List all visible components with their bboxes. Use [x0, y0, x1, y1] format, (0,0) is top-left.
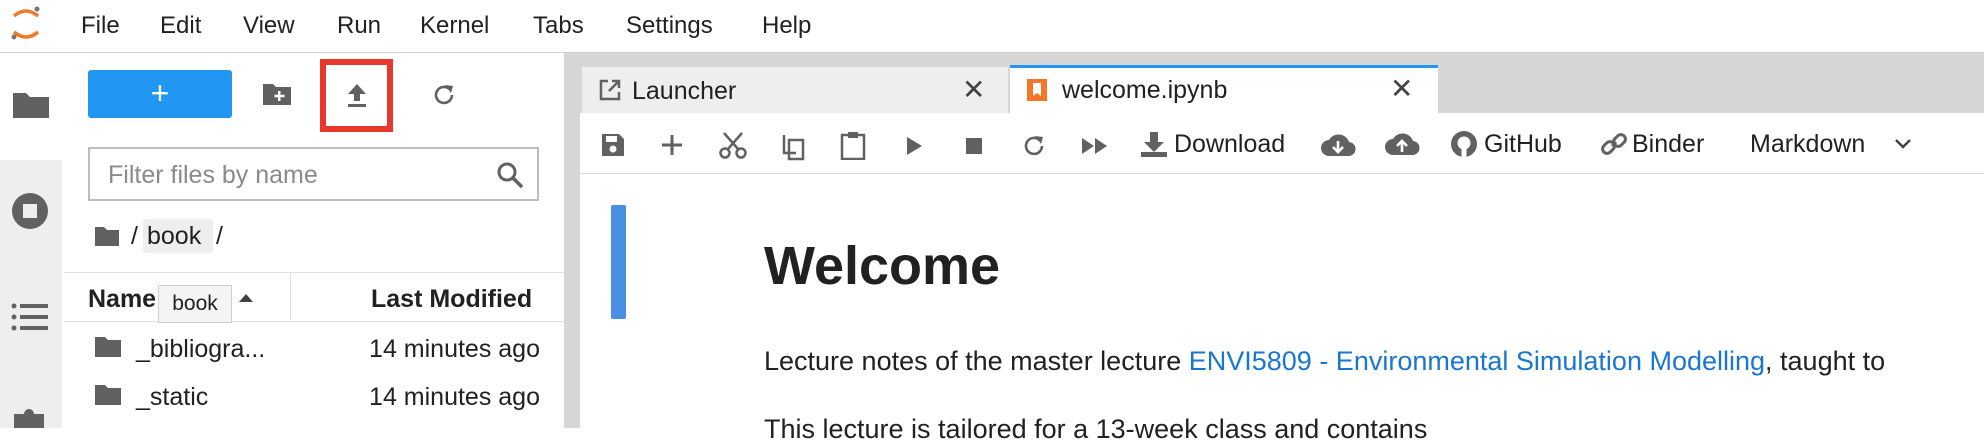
tab-launcher-label: Launcher [632, 77, 737, 105]
insert-cell-icon[interactable] [660, 133, 684, 157]
menu-run[interactable]: Run [337, 12, 381, 40]
link-icon [1601, 133, 1627, 155]
upload-icon[interactable] [345, 82, 369, 108]
file-modified: 14 minutes ago [369, 383, 540, 411]
panel-splitter[interactable] [564, 53, 580, 428]
github-label: GitHub [1484, 130, 1562, 158]
table-of-contents-icon[interactable] [11, 302, 49, 332]
breadcrumb-tooltip: book [158, 285, 232, 323]
menu-view[interactable]: View [243, 12, 295, 40]
breadcrumb-separator: / [216, 222, 223, 250]
cut-icon[interactable] [718, 131, 748, 159]
folder-icon [95, 385, 121, 405]
download-icon [1141, 132, 1167, 157]
paste-icon[interactable] [840, 130, 866, 160]
restart-icon[interactable] [1020, 132, 1048, 160]
tab-welcome-notebook[interactable]: welcome.ipynb ✕ [1010, 65, 1438, 115]
menu-settings[interactable]: Settings [626, 12, 713, 40]
sort-ascending-icon[interactable] [238, 293, 254, 303]
filter-files-input[interactable] [106, 159, 470, 191]
course-link[interactable]: ENVI5809 - Environmental Simulation Mode… [1189, 346, 1765, 376]
cloud-download-icon[interactable] [1320, 132, 1356, 158]
menu-bar: File Edit View Run Kernel Tabs Settings … [0, 0, 1984, 53]
notebook-heading: Welcome [764, 236, 1001, 296]
paragraph-text: , taught to [1765, 346, 1886, 376]
download-button[interactable]: Download [1138, 124, 1298, 164]
run-all-icon[interactable] [1080, 136, 1110, 156]
menu-edit[interactable]: Edit [160, 12, 201, 40]
notebook-paragraph: Lecture notes of the master lecture ENVI… [764, 346, 1885, 377]
binder-label: Binder [1632, 130, 1705, 158]
download-label: Download [1174, 130, 1286, 158]
tab-welcome-label: welcome.ipynb [1062, 76, 1228, 104]
cell-collapser[interactable] [611, 205, 626, 319]
file-name: _bibliogra... [136, 335, 266, 363]
cell-type-value: Markdown [1750, 130, 1866, 158]
folder-icon [95, 337, 121, 357]
binder-button[interactable]: Binder [1598, 124, 1718, 164]
column-divider[interactable] [290, 272, 291, 320]
cell-type-select[interactable]: Markdown [1748, 124, 1918, 164]
stop-icon[interactable] [965, 137, 983, 155]
file-name: _static [136, 383, 209, 411]
tab-launcher[interactable]: Launcher ✕ [582, 67, 1008, 113]
new-folder-icon[interactable] [262, 82, 292, 106]
new-launcher-button[interactable]: + [88, 70, 232, 118]
file-browser-tab[interactable] [0, 53, 62, 160]
launcher-icon [599, 79, 621, 101]
notebook-paragraph-partial: This lecture is tailored for a 13-week c… [764, 414, 1428, 444]
column-name-header[interactable]: Name [88, 285, 156, 314]
notebook-icon [1027, 79, 1047, 101]
jupyter-logo-icon [11, 6, 40, 40]
cloud-upload-icon[interactable] [1384, 131, 1420, 157]
close-icon[interactable]: ✕ [1390, 72, 1413, 105]
file-row[interactable]: _static 14 minutes ago [64, 373, 564, 419]
refresh-icon[interactable] [430, 81, 458, 109]
save-icon[interactable] [600, 132, 626, 158]
run-icon[interactable] [904, 135, 924, 157]
github-button[interactable]: GitHub [1448, 124, 1572, 164]
copy-icon[interactable] [780, 131, 806, 161]
running-kernels-icon[interactable] [11, 192, 49, 230]
notebook-content [580, 174, 1984, 428]
filter-files-box[interactable] [88, 147, 539, 201]
breadcrumb-folder-icon[interactable] [94, 225, 120, 247]
breadcrumb-root[interactable]: / [131, 222, 138, 251]
menu-tabs[interactable]: Tabs [533, 12, 584, 40]
breadcrumb-book[interactable]: book [147, 222, 201, 251]
search-icon [497, 162, 524, 189]
folder-icon [13, 93, 49, 118]
menu-help[interactable]: Help [762, 12, 811, 40]
menu-kernel[interactable]: Kernel [420, 12, 489, 40]
github-icon [1451, 131, 1477, 157]
file-row[interactable]: _bibliogra... 14 minutes ago [64, 325, 564, 371]
menu-file[interactable]: File [81, 12, 120, 40]
file-modified: 14 minutes ago [369, 335, 540, 363]
column-last-modified-header[interactable]: Last Modified [371, 285, 532, 314]
close-icon[interactable]: ✕ [962, 73, 985, 106]
chevron-down-icon [1895, 139, 1911, 149]
paragraph-text: Lecture notes of the master lecture [764, 346, 1189, 376]
extensions-icon[interactable] [12, 404, 48, 428]
